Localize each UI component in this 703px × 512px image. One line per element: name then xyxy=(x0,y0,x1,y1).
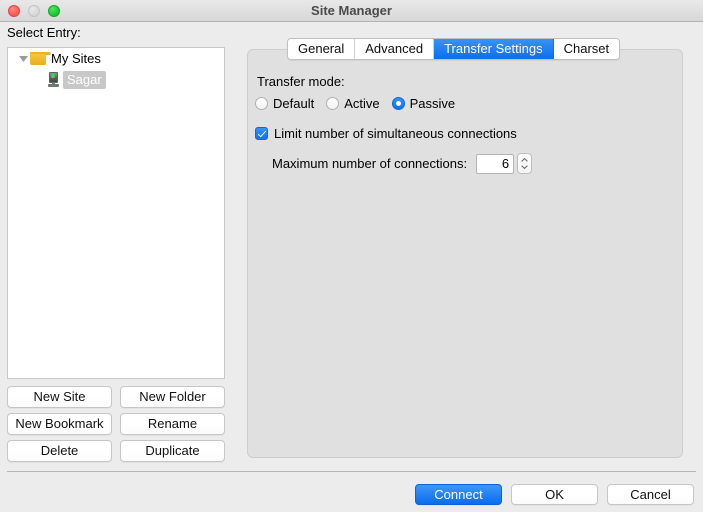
tree-item-sagar[interactable]: Sagar xyxy=(8,69,224,90)
select-entry-label: Select Entry: xyxy=(7,25,81,40)
limit-connections-checkbox[interactable]: Limit number of simultaneous connections xyxy=(255,126,517,141)
radio-active-indicator[interactable] xyxy=(326,97,340,110)
max-connections-input[interactable]: 6 xyxy=(476,153,515,174)
tab-charset[interactable]: Charset xyxy=(553,39,620,59)
new-folder-button[interactable]: New Folder xyxy=(120,386,225,408)
radio-default[interactable]: Default xyxy=(255,96,314,111)
tab-general[interactable]: General xyxy=(288,39,356,59)
radio-active[interactable]: Active xyxy=(326,96,380,111)
new-bookmark-button[interactable]: New Bookmark xyxy=(7,413,112,435)
site-tree-actions: New Site New Folder New Bookmark Rename … xyxy=(7,386,225,462)
tree-item-my-sites[interactable]: My Sites xyxy=(8,48,224,69)
duplicate-button[interactable]: Duplicate xyxy=(120,440,225,462)
transfer-mode-radio-group: Default Active Passive xyxy=(255,96,467,111)
max-connections-row: Maximum number of connections: 6 xyxy=(272,153,533,174)
connect-button[interactable]: Connect xyxy=(415,484,502,505)
limit-connections-label: Limit number of simultaneous connections xyxy=(274,126,517,141)
max-connections-label: Maximum number of connections: xyxy=(272,156,468,171)
cancel-button[interactable]: Cancel xyxy=(607,484,694,505)
delete-button[interactable]: Delete xyxy=(7,440,112,462)
radio-passive[interactable]: Passive xyxy=(391,96,456,111)
disclosure-triangle-icon[interactable] xyxy=(16,55,30,62)
footer-separator xyxy=(7,471,696,472)
ok-button[interactable]: OK xyxy=(511,484,598,505)
radio-active-label: Active xyxy=(344,96,380,111)
tree-item-label: Sagar xyxy=(63,70,106,89)
new-site-button[interactable]: New Site xyxy=(7,386,112,408)
transfer-settings-panel: Transfer mode: Default Active Passive Li… xyxy=(247,49,683,458)
radio-default-label: Default xyxy=(273,96,315,111)
site-manager-window: Site Manager Select Entry: My Sites Saga… xyxy=(0,0,703,512)
limit-connections-checkbox-indicator[interactable] xyxy=(255,127,268,140)
window-title: Site Manager xyxy=(311,3,392,18)
folder-icon xyxy=(30,52,51,65)
server-icon xyxy=(48,72,59,87)
site-tree[interactable]: My Sites Sagar xyxy=(7,47,225,379)
radio-passive-label: Passive xyxy=(409,96,456,111)
tab-advanced[interactable]: Advanced xyxy=(355,39,435,59)
transfer-mode-label: Transfer mode: xyxy=(257,74,345,89)
stepper-up-icon xyxy=(521,157,528,162)
tab-bar: General Advanced Transfer Settings Chars… xyxy=(287,38,621,60)
radio-passive-indicator[interactable] xyxy=(391,97,405,110)
titlebar: Site Manager xyxy=(0,0,703,22)
footer-buttons: Connect OK Cancel xyxy=(415,484,694,505)
tree-item-label: My Sites xyxy=(51,51,101,66)
rename-button[interactable]: Rename xyxy=(120,413,225,435)
max-connections-stepper[interactable] xyxy=(517,153,533,174)
tab-transfer-settings[interactable]: Transfer Settings xyxy=(434,39,554,59)
radio-default-indicator[interactable] xyxy=(255,97,268,110)
stepper-down-icon xyxy=(521,165,528,170)
